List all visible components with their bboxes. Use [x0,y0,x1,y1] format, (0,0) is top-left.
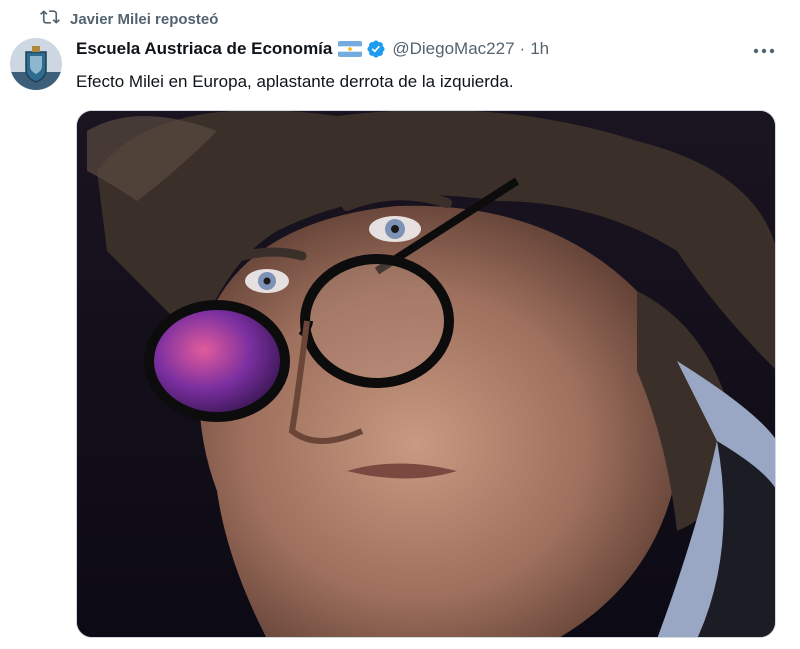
avatar[interactable] [10,38,62,90]
more-options-button[interactable] [748,38,780,62]
timestamp[interactable]: 1h [530,39,549,59]
repost-indicator[interactable]: Javier Milei reposteó [40,8,218,30]
more-options-icon [753,41,775,59]
verified-badge-icon [366,39,386,59]
tweet-photo[interactable] [76,110,776,638]
repost-label: Javier Milei reposteó [70,10,219,28]
tweet-text: Efecto Milei en Europa, aplastante derro… [76,72,514,91]
repost-icon [40,7,60,31]
author-name[interactable]: Escuela Austriaca de Economía [76,39,332,59]
author-handle[interactable]: @DiegoMac227 [392,39,514,59]
argentina-flag-icon [338,41,363,57]
tweet-header: Escuela Austriaca de Economía @DiegoMac2… [76,37,549,61]
separator: · [519,39,526,58]
